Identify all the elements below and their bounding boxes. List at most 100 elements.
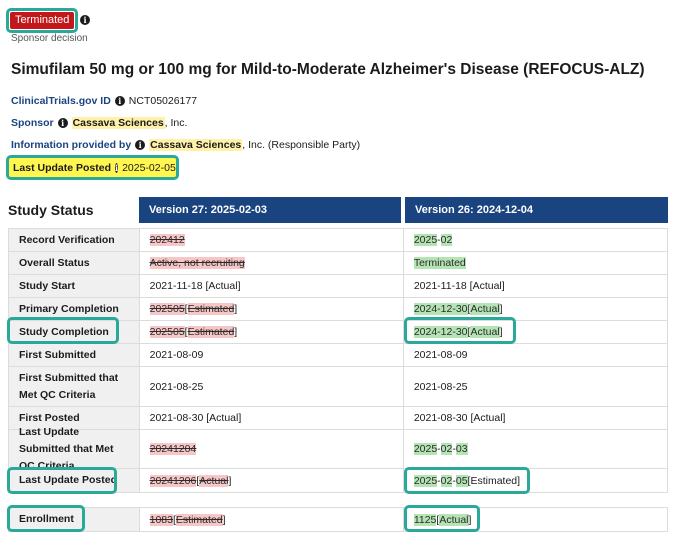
v26-segment: 2025 [413,474,438,487]
table-row: First Submitted 2021-08-09 2021-08-09 [9,344,667,367]
study-status-heading: Study Status [8,202,94,218]
version-27-cell: 2024 12 04 [138,430,403,468]
table-row: Last Update Posted 2024 12 06 [Actual] 202… [9,469,667,492]
version-26-cell: 2021-08-09 [402,344,667,366]
row-label: Last Update Posted [9,469,139,492]
v27-segment: 2025 [149,303,173,315]
v26-segment: ] [499,303,503,315]
version-27-cell: 2021-08-25 [138,367,403,406]
page-title: Simufilam 50 mg or 100 mg for Mild-to-Mo… [11,61,645,78]
version-26-cell: 2021-11-18 [Actual] [402,275,667,297]
sponsor-suffix: , Inc. [164,117,188,129]
v26-segment: 2021-08-25 [413,380,468,393]
v27-segment: ] [228,474,232,487]
info-icon[interactable]: i [114,96,125,106]
table-row: Primary Completion 2025 05 [Estimated] 202… [9,298,667,321]
v27-segment: 05 [172,326,185,338]
study-status-table: Record Verification 2024 12 2025-02 Overall… [8,228,668,493]
version-26-cell: 2024-12-30 [Actual] [402,298,667,320]
version-26-cell: 1125 [Actual] [402,508,667,531]
row-label: First Submitted that Met QC Criteria [9,367,139,406]
version-26-cell: 2024-12-30 [Actual] [402,321,667,343]
v26-segment: 2021-08-09 [413,349,468,361]
last-update-posted-label: Last Update Posted [13,161,112,174]
version-26-cell: Terminated [402,252,667,274]
v26-segment: Actual [439,513,469,526]
v26-segment: Actual [470,303,500,315]
table-row: Study Completion 2025 05 [Estimated] 2024-… [9,321,667,344]
table-row: First Submitted that Met QC Criteria 2021… [9,367,667,407]
v27-segment: 2021-08-25 [149,380,204,393]
v27-segment: 2021-08-09 [149,349,204,361]
info-icon[interactable]: i [135,140,146,150]
v26-segment: 1125 [413,513,437,526]
table-row: Overall Status Active, not recruiting Term… [9,252,667,275]
v27-segment: 1083 [149,513,173,526]
row-label: Last Update Submitted that Met QC Criter… [9,426,139,472]
v27-segment: ] [222,513,226,526]
version-27-cell: 2025 05 [Estimated] [138,321,403,343]
v26-segment: 2024-12-30 [413,303,468,315]
info-icon[interactable]: i [115,162,119,173]
v27-segment: ] [234,303,238,315]
ct-id-row: ClinicalTrials.gov ID i NCT05026177 [11,95,197,107]
version-26-cell: 2025-02 [402,229,667,251]
v26-segment: 2025 [413,443,438,455]
version-27-cell: 2025 05 [Estimated] [138,298,403,320]
v26-segment: 03 [455,443,468,455]
v26-segment: 05 [455,474,468,487]
v26-segment: 2024-12-30 [413,326,468,338]
v26-segment: 2021-11-18 [Actual] [413,280,505,292]
info-icon[interactable]: i [80,15,90,25]
v27-segment: 12 [172,474,185,487]
version-26-cell: 2025-02-05 [Estimated] [402,469,667,492]
v27-segment: 2024 [149,474,173,487]
version-26-cell: 2025-02-03 [402,430,667,468]
status-badge-highlight: Terminated [6,8,79,33]
row-label: Study Completion [9,321,139,343]
row-label: Overall Status [9,252,139,274]
version-27-cell: 1083 [Estimated] [138,508,403,531]
v27-segment: Actual [199,474,229,487]
table-row: Study Start 2021-11-18 [Actual] 2021-11-18… [9,275,667,298]
v27-segment: 2024 [149,234,173,246]
row-label: Primary Completion [9,298,139,320]
sponsor-name: Cassava Sciences [71,117,165,129]
sponsor-row: Sponsor i Cassava Sciences, Inc. [11,117,187,129]
row-label: Enrollment [9,508,139,531]
version-27-cell: 2021-08-09 [138,344,403,366]
version-27-cell: Active, not recruiting [138,252,403,274]
info-provided-row: Information provided by i Cassava Scienc… [11,139,360,151]
v26-segment: Actual [470,326,500,338]
v27-segment: 05 [172,303,185,315]
status-badge: Terminated [10,12,75,29]
v26-segment: Terminated [413,257,466,269]
v26-segment: [Estimated] [467,474,521,487]
v26-segment: ] [468,513,472,526]
version-26-header: Version 26: 2024-12-04 [405,197,668,223]
info-provided-suffix: , Inc. (Responsible Party) [242,139,361,151]
version-27-header: Version 27: 2025-02-03 [139,197,401,223]
version-26-cell: 2021-08-30 [Actual] [402,407,667,429]
last-update-posted-highlight: Last Update Posted i 2025-02-05 [6,155,179,180]
sponsor-decision-caption: Sponsor decision [11,33,88,44]
v27-segment: 12 [172,234,185,246]
version-27-cell: 2021-11-18 [Actual] [138,275,403,297]
info-provided-label: Information provided by [11,139,132,151]
v27-segment: 04 [184,443,197,455]
v26-segment: 02 [440,234,453,246]
table-row: Last Update Submitted that Met QC Criter… [9,426,667,472]
v27-segment: 12 [172,443,185,455]
info-provided-name: Cassava Sciences [149,139,243,151]
v27-segment: 2021-08-30 [Actual] [149,412,242,424]
v27-segment: Active, not recruiting [149,257,245,269]
v27-segment: 2024 [149,443,173,455]
table-row: Record Verification 2024 12 2025-02 [9,229,667,252]
v27-segment: 06 [184,474,197,487]
version-26-cell: 2021-08-25 [402,367,667,406]
row-label: Record Verification [9,229,139,251]
v27-segment: Estimated [175,513,223,526]
sponsor-label: Sponsor [11,117,54,129]
info-icon[interactable]: i [57,118,68,128]
v27-segment: ] [234,326,238,338]
